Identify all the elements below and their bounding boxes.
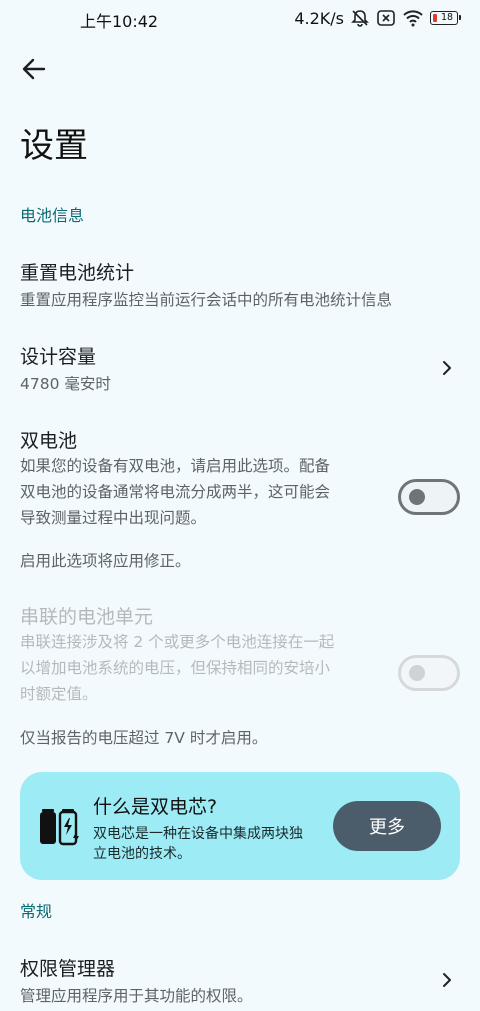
toggle-knob xyxy=(409,489,425,505)
dual-battery-desc-line2: 双电池的设备通常将电流分成两半，这可能会 xyxy=(20,483,331,501)
more-button[interactable]: 更多 xyxy=(333,801,441,851)
info-card-title: 什么是双电芯? xyxy=(93,796,218,818)
wifi-icon xyxy=(402,9,424,27)
reset-battery-stats-subtitle: 重置应用程序监控当前运行会话中的所有电池统计信息 xyxy=(20,291,393,309)
series-cells-note: 仅当报告的电压超过 7V 时才启用。 xyxy=(20,729,268,747)
status-time: 上午10:42 xyxy=(80,12,159,31)
info-card-description: 双电芯是一种在设备中集成两块独 立电池的技术。 xyxy=(93,824,323,864)
dual-battery-note: 启用此选项将应用修正。 xyxy=(20,552,191,570)
dual-battery-title: 双电池 xyxy=(20,430,78,452)
dual-battery-icon xyxy=(40,809,79,846)
permission-manager-title: 权限管理器 xyxy=(20,958,116,980)
series-cells-toggle[interactable] xyxy=(398,655,460,691)
battery-icon: 18 xyxy=(430,11,461,25)
arrow-left-icon xyxy=(22,58,46,80)
chevron-right-icon xyxy=(443,361,451,375)
status-icons: 4.2K/s 18 xyxy=(294,8,461,28)
toggle-knob xyxy=(409,665,425,681)
back-button[interactable] xyxy=(18,54,50,84)
reset-battery-stats-item[interactable]: 重置电池统计 重置应用程序监控当前运行会话中的所有电池统计信息 xyxy=(0,254,480,318)
info-card-desc-line1: 双电芯是一种在设备中集成两块独 xyxy=(93,826,303,842)
network-speed: 4.2K/s xyxy=(294,8,344,28)
battery-level: 18 xyxy=(440,12,454,24)
design-capacity-title: 设计容量 xyxy=(20,346,97,368)
mute-bell-icon xyxy=(350,8,370,28)
sim-off-icon xyxy=(376,9,396,27)
dual-battery-item[interactable]: 双电池 如果您的设备有双电池，请启用此选项。配备 双电池的设备通常将电流分成两半… xyxy=(0,422,480,532)
design-capacity-value: 4780 毫安时 xyxy=(20,375,111,393)
design-capacity-item[interactable]: 设计容量 4780 毫安时 xyxy=(0,338,480,402)
dual-cell-info-card: 什么是双电芯? 双电芯是一种在设备中集成两块独 立电池的技术。 更多 xyxy=(20,772,460,880)
dual-battery-toggle[interactable] xyxy=(398,479,460,515)
series-cells-desc-line3: 时额定值。 xyxy=(20,685,98,703)
section-header-general: 常规 xyxy=(20,902,53,921)
section-header-battery-info: 电池信息 xyxy=(20,206,85,225)
dual-battery-desc-line1: 如果您的设备有双电池，请启用此选项。配备 xyxy=(20,457,331,475)
chevron-right-icon xyxy=(443,973,451,987)
permission-manager-subtitle: 管理应用程序用于其功能的权限。 xyxy=(20,987,253,1005)
series-cells-desc-line1: 串联连接涉及将 2 个或更多个电池连接在一起 xyxy=(20,633,335,651)
series-cells-title: 串联的电池单元 xyxy=(20,606,154,628)
series-cells-desc-line2: 以增加电池系统的电压，但保持相同的安培小 xyxy=(20,659,331,677)
status-bar: 上午10:42 4.2K/s 18 xyxy=(0,0,480,36)
info-card-desc-line2: 立电池的技术。 xyxy=(93,846,191,862)
series-cells-item[interactable]: 串联的电池单元 串联连接涉及将 2 个或更多个电池连接在一起 以增加电池系统的电… xyxy=(0,598,480,708)
dual-battery-desc-line3: 导致测量过程中出现问题。 xyxy=(20,509,207,527)
page-title: 设置 xyxy=(20,126,88,166)
permission-manager-item[interactable]: 权限管理器 管理应用程序用于其功能的权限。 xyxy=(0,950,480,1011)
reset-battery-stats-title: 重置电池统计 xyxy=(20,262,135,284)
